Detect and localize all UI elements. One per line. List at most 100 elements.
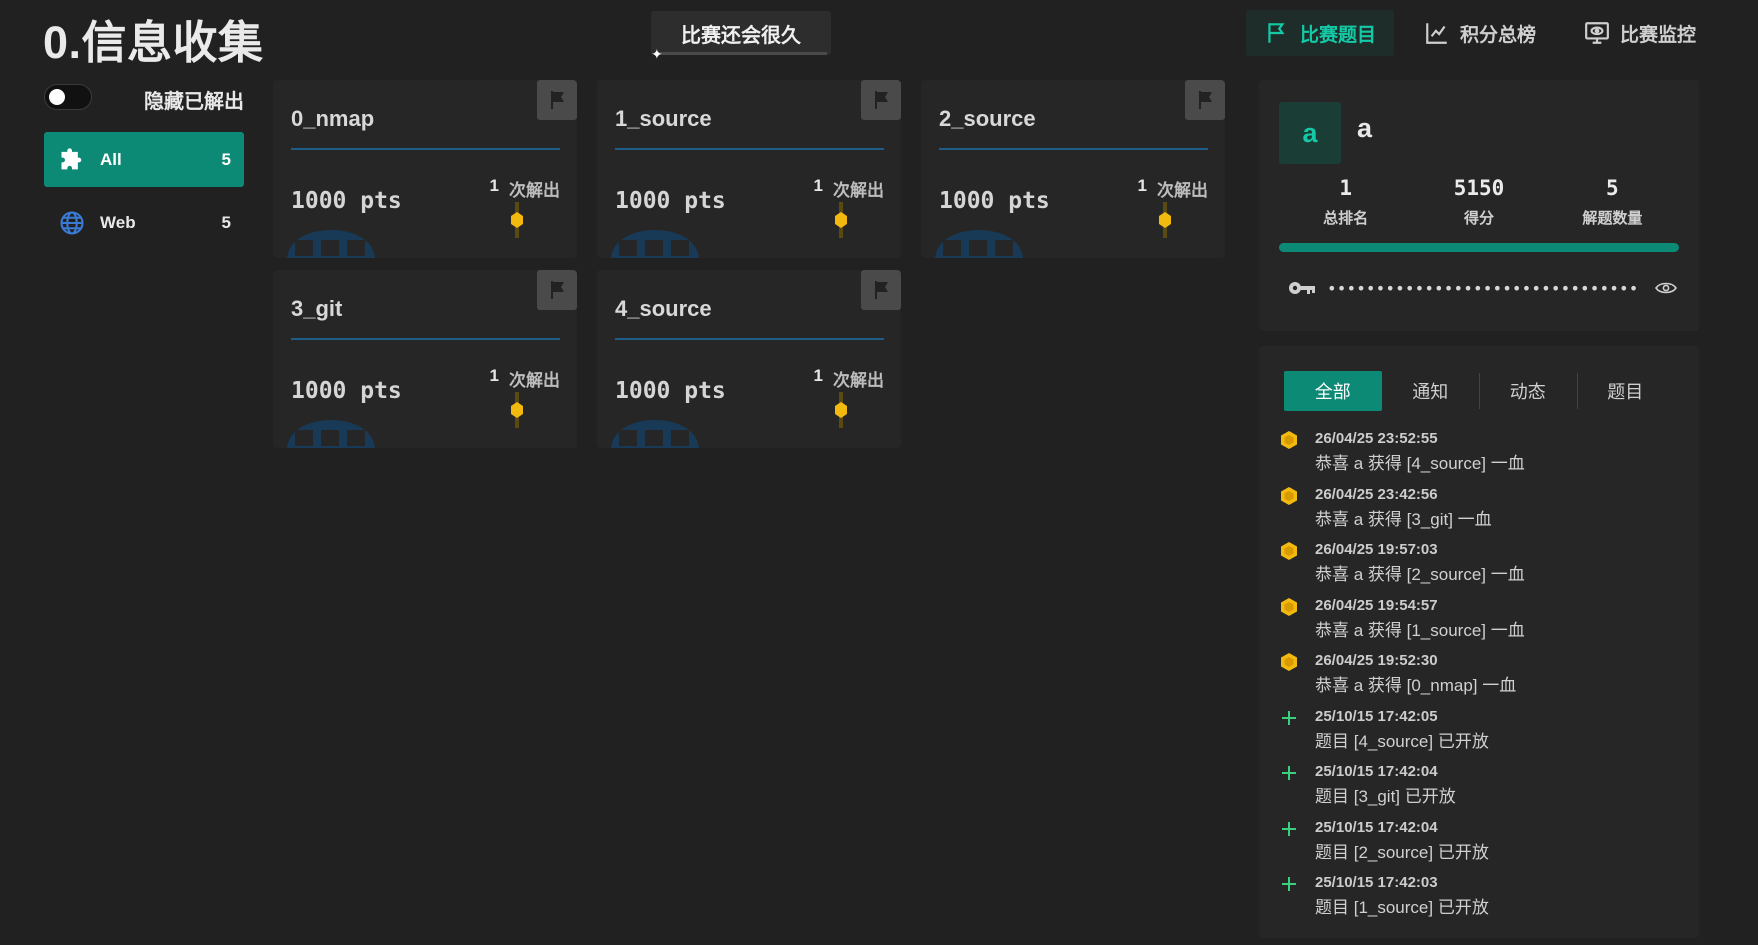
challenge-points: 1000 pts xyxy=(291,188,402,214)
feed-time: 26/04/25 23:42:56 xyxy=(1315,485,1438,503)
card-divider xyxy=(939,148,1208,150)
puzzle-icon xyxy=(58,146,86,174)
stat-score: 5150 得分 xyxy=(1412,176,1545,228)
score-progress-bar xyxy=(1279,243,1679,252)
flag-icon xyxy=(1268,23,1285,43)
feed-message: 题目 [3_git] 已开放 xyxy=(1315,787,1456,806)
solve-label: 次解出 xyxy=(509,181,560,200)
feed-list: 26/04/25 23:52:55 恭喜 a 获得 [4_source] 一血 … xyxy=(1279,429,1689,929)
plus-icon xyxy=(1282,710,1296,725)
list-item: 25/10/15 17:42:03 题目 [1_source] 已开放 xyxy=(1279,873,1689,929)
contest-status-text: 比赛还会很久 xyxy=(681,24,801,47)
challenge-points: 1000 pts xyxy=(291,378,402,404)
hide-solved-toggle[interactable] xyxy=(44,84,92,110)
feed-message: 恭喜 a 获得 [0_nmap] 一血 xyxy=(1315,676,1517,695)
nav-monitor[interactable]: 比赛监控 xyxy=(1566,10,1714,56)
solve-count: 1 xyxy=(489,176,499,195)
feed-time: 25/10/15 17:42:04 xyxy=(1315,818,1438,836)
tab-activity[interactable]: 动态 xyxy=(1479,371,1577,411)
flag-icon[interactable] xyxy=(1185,80,1225,120)
solve-label: 次解出 xyxy=(509,371,560,390)
feed-tabs: 全部 通知 动态 题目 xyxy=(1284,371,1674,411)
list-item: 25/10/15 17:42:05 题目 [4_source] 已开放 xyxy=(1279,707,1689,763)
avatar: a xyxy=(1279,102,1341,164)
solve-count: 1 xyxy=(813,366,823,385)
stat-rank-value: 1 xyxy=(1339,176,1352,200)
solve-count: 1 xyxy=(1137,176,1147,195)
stat-rank: 1 总排名 xyxy=(1279,176,1412,228)
tab-all[interactable]: 全部 xyxy=(1284,371,1382,411)
feed-message: 题目 [4_source] 已开放 xyxy=(1315,731,1489,751)
profile-stats: 1 总排名 5150 得分 5 解题数量 xyxy=(1279,176,1679,228)
first-blood-medal-icon xyxy=(1281,653,1297,671)
stat-score-label: 得分 xyxy=(1463,210,1494,227)
feed-time: 26/04/25 23:52:55 xyxy=(1315,430,1438,447)
eye-icon[interactable] xyxy=(1655,280,1677,296)
nav-monitor-label: 比赛监控 xyxy=(1619,24,1696,46)
challenge-card[interactable]: 2_source 1000 pts 1 次解出 xyxy=(921,80,1225,258)
stat-score-value: 5150 xyxy=(1453,176,1505,200)
tab-notice[interactable]: 通知 xyxy=(1382,371,1480,411)
feed-time: 26/04/25 19:54:57 xyxy=(1315,596,1438,614)
stat-solved: 5 解题数量 xyxy=(1546,176,1679,228)
category-all[interactable]: All 5 xyxy=(44,132,244,187)
card-divider xyxy=(615,148,884,150)
feed-time: 26/04/25 19:57:03 xyxy=(1315,541,1438,558)
challenge-points: 1000 pts xyxy=(615,188,726,214)
category-web-count: 5 xyxy=(221,212,231,232)
solve-info: 1 次解出 xyxy=(814,366,884,391)
contest-status-badge: 比赛还会很久 ✦ xyxy=(651,11,831,61)
challenge-card[interactable]: 3_git 1000 pts 1 次解出 xyxy=(273,270,577,448)
list-item: 25/10/15 17:42:04 题目 [3_git] 已开放 xyxy=(1279,762,1689,818)
challenge-name: 3_git xyxy=(291,296,343,321)
category-web[interactable]: Web 5 xyxy=(44,195,244,250)
token-masked: •••••••••••••••••••••••••••••••• xyxy=(1327,278,1639,298)
list-item: 26/04/25 19:52:30 恭喜 a 获得 [0_nmap] 一血 xyxy=(1279,651,1689,707)
flag-icon[interactable] xyxy=(861,270,901,310)
nav-scoreboard[interactable]: 积分总榜 xyxy=(1406,10,1554,56)
challenge-points: 1000 pts xyxy=(615,378,726,404)
challenge-card[interactable]: 0_nmap 1000 pts 1 次解出 xyxy=(273,80,577,258)
flag-icon[interactable] xyxy=(537,270,577,310)
plus-icon xyxy=(1282,821,1296,836)
list-item: 26/04/25 23:42:56 恭喜 a 获得 [3_git] 一血 xyxy=(1279,485,1689,541)
hide-solved-row: 隐藏已解出 xyxy=(44,84,244,113)
feed-message: 恭喜 a 获得 [2_source] 一血 xyxy=(1315,565,1525,584)
chart-line-icon xyxy=(1426,23,1447,44)
page-title: 0.信息收集 xyxy=(43,17,264,68)
feed-message: 恭喜 a 获得 [4_source] 一血 xyxy=(1315,454,1525,473)
first-blood-medal-icon xyxy=(1281,542,1297,560)
nav-challenges[interactable]: 比赛题目 xyxy=(1245,10,1394,56)
challenge-name: 2_source xyxy=(939,106,1036,131)
solve-info: 1 次解出 xyxy=(1138,176,1208,201)
solve-info: 1 次解出 xyxy=(490,176,560,201)
feed-time: 25/10/15 17:42:05 xyxy=(1315,707,1438,725)
key-icon xyxy=(1289,282,1315,294)
globe-icon xyxy=(58,209,86,237)
flag-icon[interactable] xyxy=(537,80,577,120)
plus-icon xyxy=(1282,766,1296,780)
category-web-name: Web xyxy=(100,212,136,232)
stat-rank-label: 总排名 xyxy=(1323,210,1369,227)
challenge-card[interactable]: 4_source 1000 pts 1 次解出 xyxy=(597,270,901,448)
toggle-knob xyxy=(49,89,65,105)
card-divider xyxy=(615,338,884,340)
feed-message: 恭喜 a 获得 [3_git] 一血 xyxy=(1315,509,1492,529)
challenge-name: 4_source xyxy=(615,296,712,321)
flag-icon[interactable] xyxy=(861,80,901,120)
first-blood-medal-icon xyxy=(835,392,847,428)
nav-scoreboard-label: 积分总榜 xyxy=(1459,24,1536,46)
challenge-card[interactable]: 1_source 1000 pts 1 次解出 xyxy=(597,80,901,258)
first-blood-medal-icon xyxy=(1281,486,1297,505)
feed-message: 题目 [2_source] 已开放 xyxy=(1315,842,1489,862)
list-item: 26/04/25 19:54:57 恭喜 a 获得 [1_source] 一血 xyxy=(1279,596,1689,652)
feed-time: 25/10/15 17:42:04 xyxy=(1315,763,1438,780)
solve-label: 次解出 xyxy=(1157,181,1208,200)
category-all-count: 5 xyxy=(221,149,231,169)
sparkle-icon: ✦ xyxy=(651,46,663,62)
challenge-name: 1_source xyxy=(615,106,712,131)
hide-solved-label: 隐藏已解出 xyxy=(144,91,244,113)
challenge-points: 1000 pts xyxy=(939,188,1050,214)
activity-panel: 全部 通知 动态 题目 26/04/25 23:52:55 恭喜 a 获得 [4… xyxy=(1259,346,1699,938)
tab-challenge[interactable]: 题目 xyxy=(1576,371,1675,411)
